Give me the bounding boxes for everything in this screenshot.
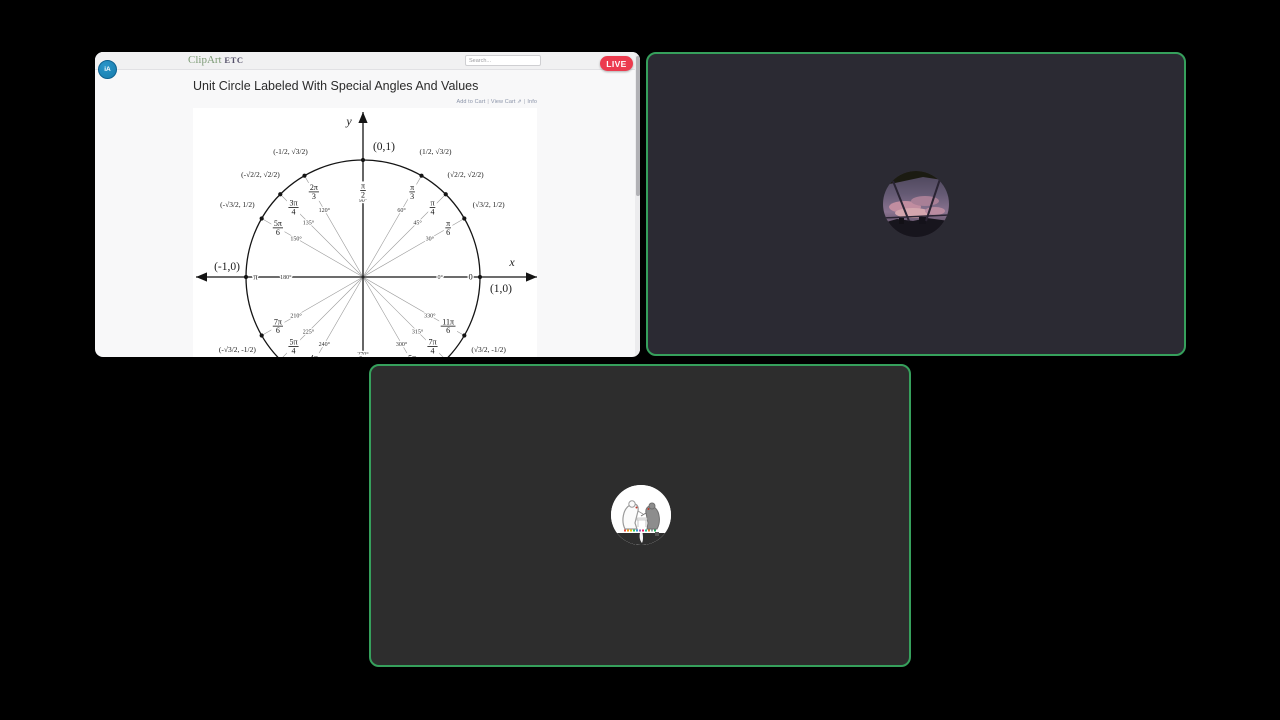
action-link[interactable]: View Cart ⇗ [491, 99, 522, 105]
svg-text:180°: 180° [280, 274, 292, 281]
participant-avatar-rats-drawing [611, 485, 671, 545]
participant-video-tile-bottom[interactable] [369, 364, 911, 667]
svg-text:(-√2/2, √2/2): (-√2/2, √2/2) [241, 170, 280, 179]
svg-text:5π: 5π [408, 353, 416, 357]
action-link[interactable]: Add to Cart [456, 99, 485, 105]
svg-text:6: 6 [446, 228, 450, 237]
svg-text:4: 4 [430, 208, 434, 217]
svg-text:(-1,0): (-1,0) [214, 261, 240, 273]
svg-text:(1/2, √3/2): (1/2, √3/2) [420, 147, 453, 156]
svg-text:5π: 5π [289, 338, 297, 347]
svg-text:(√2/2, √2/2): (√2/2, √2/2) [448, 170, 485, 179]
svg-text:x: x [508, 255, 515, 269]
svg-text:150°: 150° [290, 235, 302, 242]
svg-text:11π: 11π [442, 317, 454, 326]
svg-text:330°: 330° [424, 313, 436, 320]
svg-text:240°: 240° [319, 341, 331, 348]
svg-text:(√3/2, 1/2): (√3/2, 1/2) [473, 200, 506, 209]
unit-circle-image: x y 0° 30° 45° 60° 90° 120° 135° 150° 180° 210° 225°… [193, 108, 537, 357]
svg-text:135°: 135° [303, 219, 315, 226]
svg-text:π: π [410, 183, 414, 192]
svg-text:(1,0): (1,0) [490, 283, 512, 295]
svg-text:4: 4 [292, 208, 296, 217]
svg-text:3π: 3π [359, 355, 367, 357]
svg-text:0°: 0° [438, 274, 444, 281]
action-link[interactable]: Info [527, 99, 537, 105]
action-links: Add to Cart | View Cart ⇗ | Info [193, 99, 537, 105]
link-separator: | [523, 99, 526, 105]
svg-text:4: 4 [292, 346, 296, 355]
svg-text:6: 6 [276, 228, 280, 237]
unit-circle-figure: xy0°30°45°60°90°120°135°150°180°210°225°… [196, 112, 537, 357]
svg-text:π: π [430, 199, 434, 208]
svg-text:π: π [253, 272, 258, 282]
svg-text:(-√3/2, 1/2): (-√3/2, 1/2) [220, 200, 255, 209]
svg-text:7π: 7π [428, 338, 436, 347]
svg-text:(0,1): (0,1) [373, 141, 395, 153]
svg-text:3π: 3π [289, 199, 297, 208]
svg-text:π: π [361, 182, 365, 191]
svg-text:210°: 210° [290, 313, 302, 320]
svg-text:300°: 300° [396, 341, 408, 348]
svg-text:120°: 120° [319, 207, 331, 214]
svg-text:30°: 30° [426, 235, 435, 242]
participant-avatar-sunset-photo [883, 171, 949, 237]
svg-text:5π: 5π [274, 219, 282, 228]
svg-text:7π: 7π [274, 317, 282, 326]
svg-text:225°: 225° [303, 329, 315, 336]
svg-text:2π: 2π [310, 183, 318, 192]
svg-text:(-1/2, √3/2): (-1/2, √3/2) [273, 147, 308, 156]
page-title: Unit Circle Labeled With Special Angles … [193, 79, 479, 93]
live-status-badge: LIVE [600, 56, 633, 71]
svg-text:45°: 45° [413, 219, 422, 226]
svg-text:(-√3/2, -1/2): (-√3/2, -1/2) [219, 345, 257, 354]
scrollbar-thumb[interactable] [635, 56, 640, 196]
svg-text:π: π [446, 219, 450, 228]
svg-text:y: y [345, 114, 352, 128]
svg-text:2: 2 [361, 190, 365, 199]
svg-text:(√3/2, -1/2): (√3/2, -1/2) [471, 345, 506, 354]
svg-text:3: 3 [312, 192, 316, 201]
site-logo-secondary: ETC [224, 55, 244, 65]
svg-text:3: 3 [410, 192, 414, 201]
svg-text:4π: 4π [310, 353, 318, 357]
link-separator: | [487, 99, 489, 105]
site-logo[interactable]: ClipArt ETC [188, 54, 244, 66]
svg-text:6: 6 [446, 326, 450, 335]
svg-text:315°: 315° [412, 329, 424, 336]
svg-text:4: 4 [430, 346, 434, 355]
search-input[interactable] [465, 55, 541, 66]
participant-video-tile-top-right[interactable] [646, 52, 1186, 356]
site-header: ClipArt ETC [95, 52, 640, 70]
meeting-stage: { "colors": { "canvas_bg": "#000000", "c… [0, 0, 1280, 720]
svg-text:6: 6 [276, 326, 280, 335]
presenter-cursor-badge: iA [98, 60, 117, 79]
site-logo-primary: ClipArt [188, 54, 222, 66]
svg-text:0: 0 [469, 272, 473, 282]
sunset-avatar-illustration [883, 171, 949, 237]
svg-text:60°: 60° [397, 207, 406, 214]
shared-screen-tile[interactable]: ClipArt ETC Unit Circle Labeled With Spe… [95, 52, 640, 357]
rats-avatar-illustration [611, 485, 671, 545]
scrollbar-track [635, 52, 640, 357]
